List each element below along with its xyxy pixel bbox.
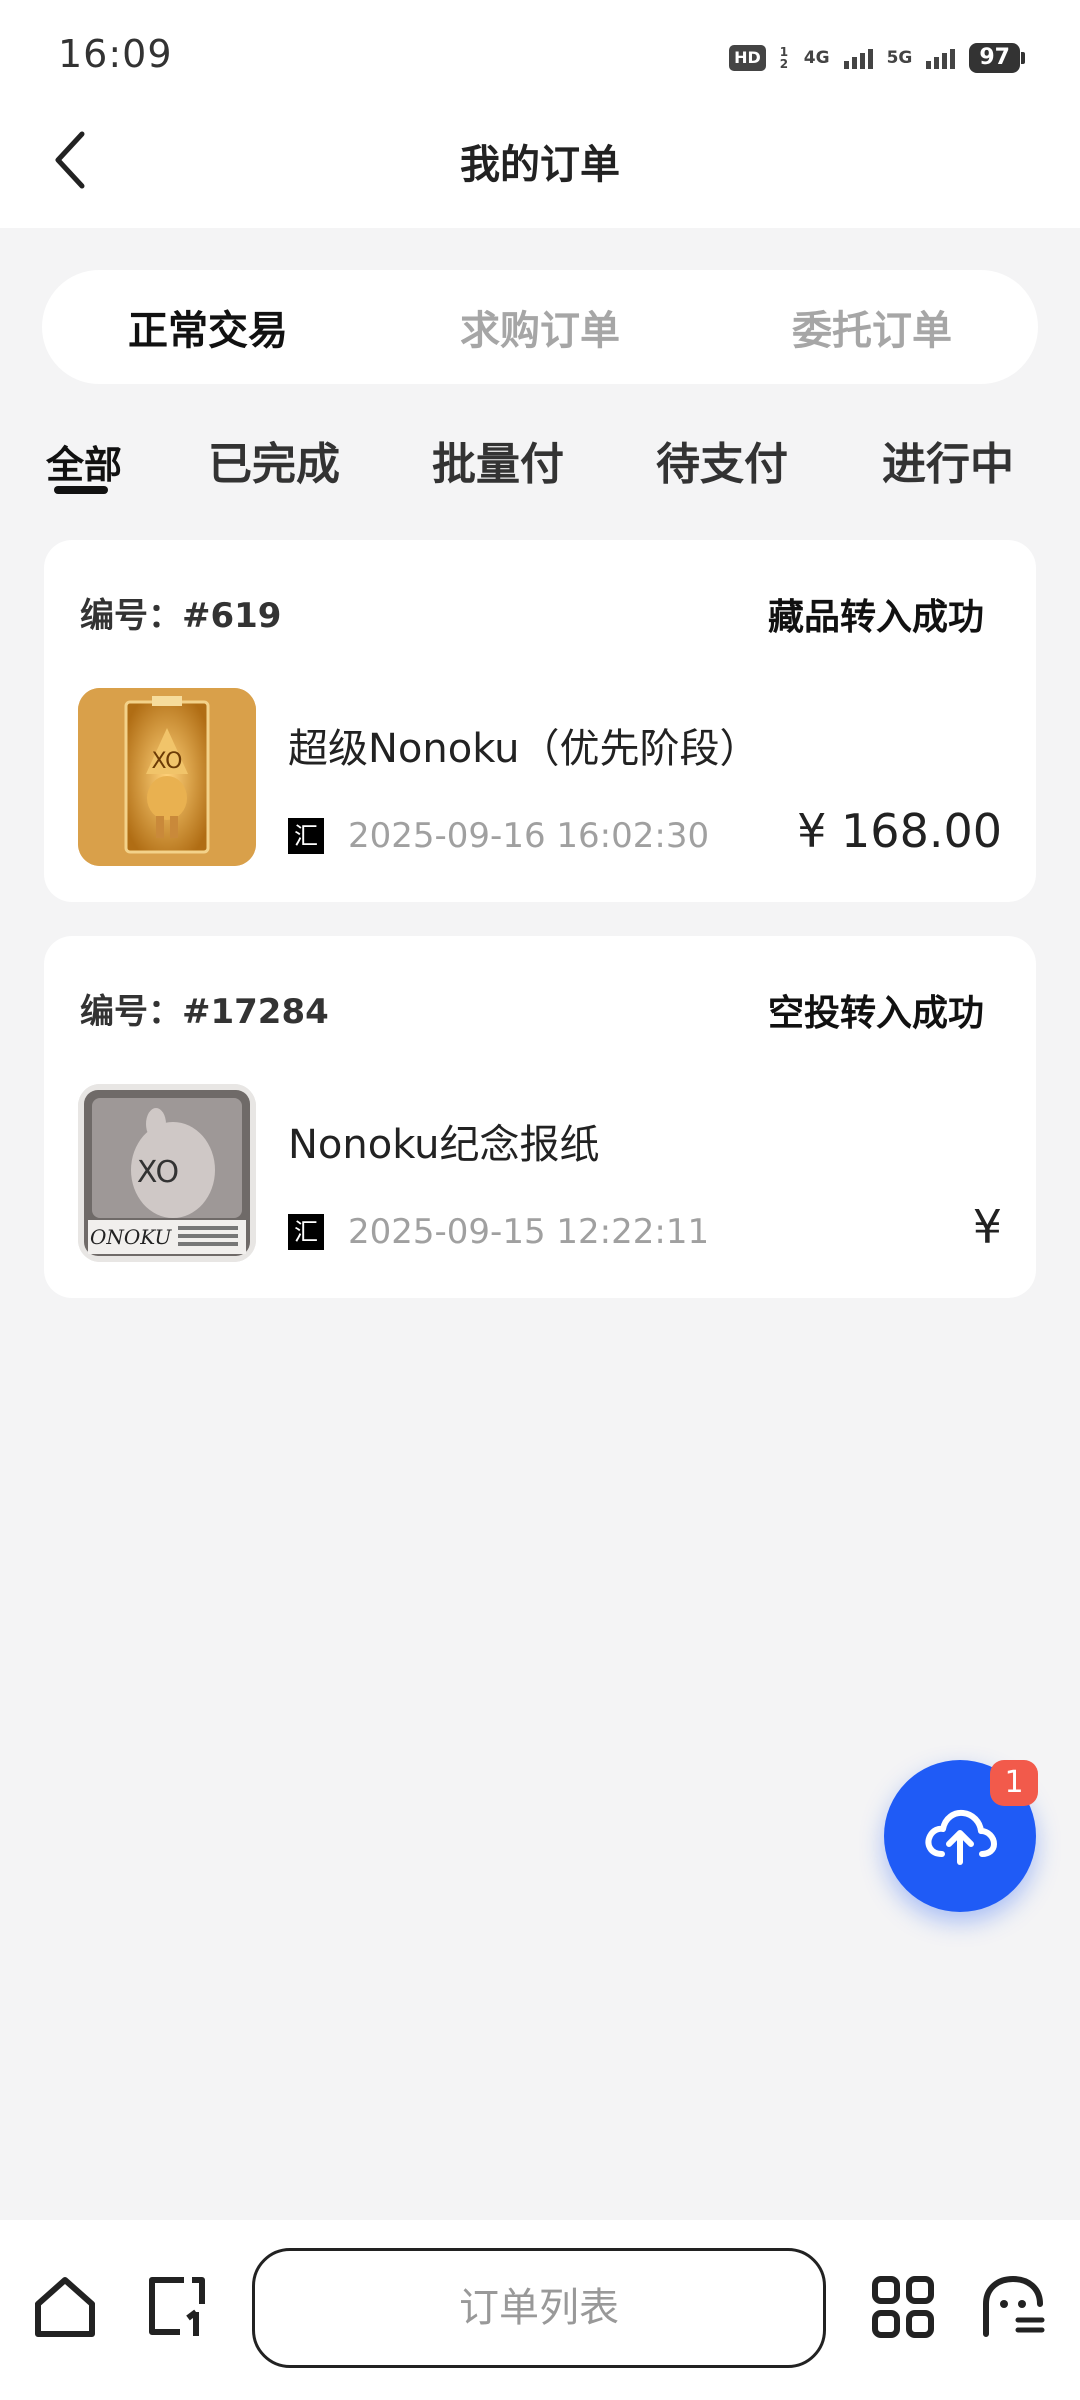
cloud-upload-icon bbox=[925, 1809, 997, 1865]
hd-sub-label: 1 2 bbox=[779, 45, 789, 71]
ghost-icon bbox=[983, 2275, 1045, 2337]
svg-text:XO: XO bbox=[137, 1155, 179, 1190]
battery-icon: 97 bbox=[969, 43, 1025, 73]
order-datetime: 2025-09-16 16:02:30 bbox=[348, 816, 710, 856]
golden-figure-image: XO bbox=[78, 688, 256, 866]
order-datetime: 2025-09-15 12:22:11 bbox=[348, 1212, 710, 1252]
order-card[interactable]: 编号：#619 藏品转入成功 XO 超级Nonoku（优先阶段） 汇 2025-… bbox=[44, 540, 1036, 902]
order-number: 编号：#17284 bbox=[80, 992, 329, 1032]
product-name: 超级Nonoku（优先阶段） bbox=[288, 726, 760, 772]
new-page-button[interactable] bbox=[144, 2274, 210, 2344]
product-name: Nonoku纪念报纸 bbox=[288, 1122, 600, 1168]
svg-text:ONOKU: ONOKU bbox=[90, 1225, 173, 1249]
home-icon bbox=[35, 2277, 95, 2337]
order-status: 藏品转入成功 bbox=[767, 597, 984, 638]
page-title: 我的订单 bbox=[460, 142, 620, 188]
order-list-button[interactable]: 订单列表 bbox=[252, 2248, 826, 2368]
network-4g-label: 4G bbox=[803, 48, 830, 68]
network-5g-label: 5G bbox=[886, 48, 913, 68]
signal-4g-icon bbox=[843, 47, 873, 69]
order-price: ¥ 168.00 bbox=[797, 804, 1002, 858]
filter-completed[interactable]: 已完成 bbox=[208, 428, 340, 492]
status-icons: HD 1 2 4G 5G 97 bbox=[729, 40, 1025, 76]
grid-icon bbox=[872, 2276, 934, 2338]
hd-icon: HD bbox=[729, 45, 766, 71]
status-filter-tabs: 全部 已完成 批量付 待支付 进行中 bbox=[0, 420, 1080, 500]
source-badge-icon: 汇 bbox=[288, 818, 324, 854]
order-status: 空投转入成功 bbox=[767, 993, 984, 1034]
filter-batch-pay[interactable]: 批量付 bbox=[432, 428, 564, 492]
apps-button[interactable] bbox=[870, 2274, 936, 2344]
filter-all[interactable]: 全部 bbox=[46, 434, 122, 489]
order-card[interactable]: 编号：#17284 空投转入成功 XO ONOKU Nonoku纪念报纸 汇 2… bbox=[44, 936, 1036, 1298]
status-time: 16:09 bbox=[58, 32, 173, 76]
tab-normal-trade[interactable]: 正常交易 bbox=[42, 298, 374, 356]
signal-5g-icon bbox=[926, 47, 956, 69]
newspaper-figure-image: XO ONOKU bbox=[78, 1084, 256, 1262]
home-button[interactable] bbox=[32, 2274, 98, 2344]
profile-button[interactable] bbox=[980, 2274, 1046, 2344]
order-type-segment: 正常交易 求购订单 委托订单 bbox=[42, 270, 1038, 384]
product-thumbnail: XO ONOKU bbox=[78, 1084, 256, 1262]
notification-badge: 1 bbox=[990, 1760, 1038, 1806]
source-badge-icon: 汇 bbox=[288, 1214, 324, 1250]
bottom-toolbar: 订单列表 bbox=[0, 2220, 1080, 2400]
tab-consign-orders[interactable]: 委托订单 bbox=[706, 298, 1038, 356]
order-number: 编号：#619 bbox=[80, 596, 282, 636]
order-price: ¥ bbox=[972, 1200, 1002, 1254]
filter-in-progress[interactable]: 进行中 bbox=[882, 428, 1014, 492]
filter-pending-payment[interactable]: 待支付 bbox=[656, 428, 788, 492]
active-tab-indicator bbox=[54, 486, 108, 494]
add-page-icon bbox=[149, 2277, 205, 2336]
product-thumbnail: XO bbox=[78, 688, 256, 866]
tab-purchase-orders[interactable]: 求购订单 bbox=[374, 298, 706, 356]
top-bar: 16:09 HD 1 2 4G 5G 97 我的订单 bbox=[0, 0, 1080, 228]
svg-text:XO: XO bbox=[152, 749, 183, 774]
